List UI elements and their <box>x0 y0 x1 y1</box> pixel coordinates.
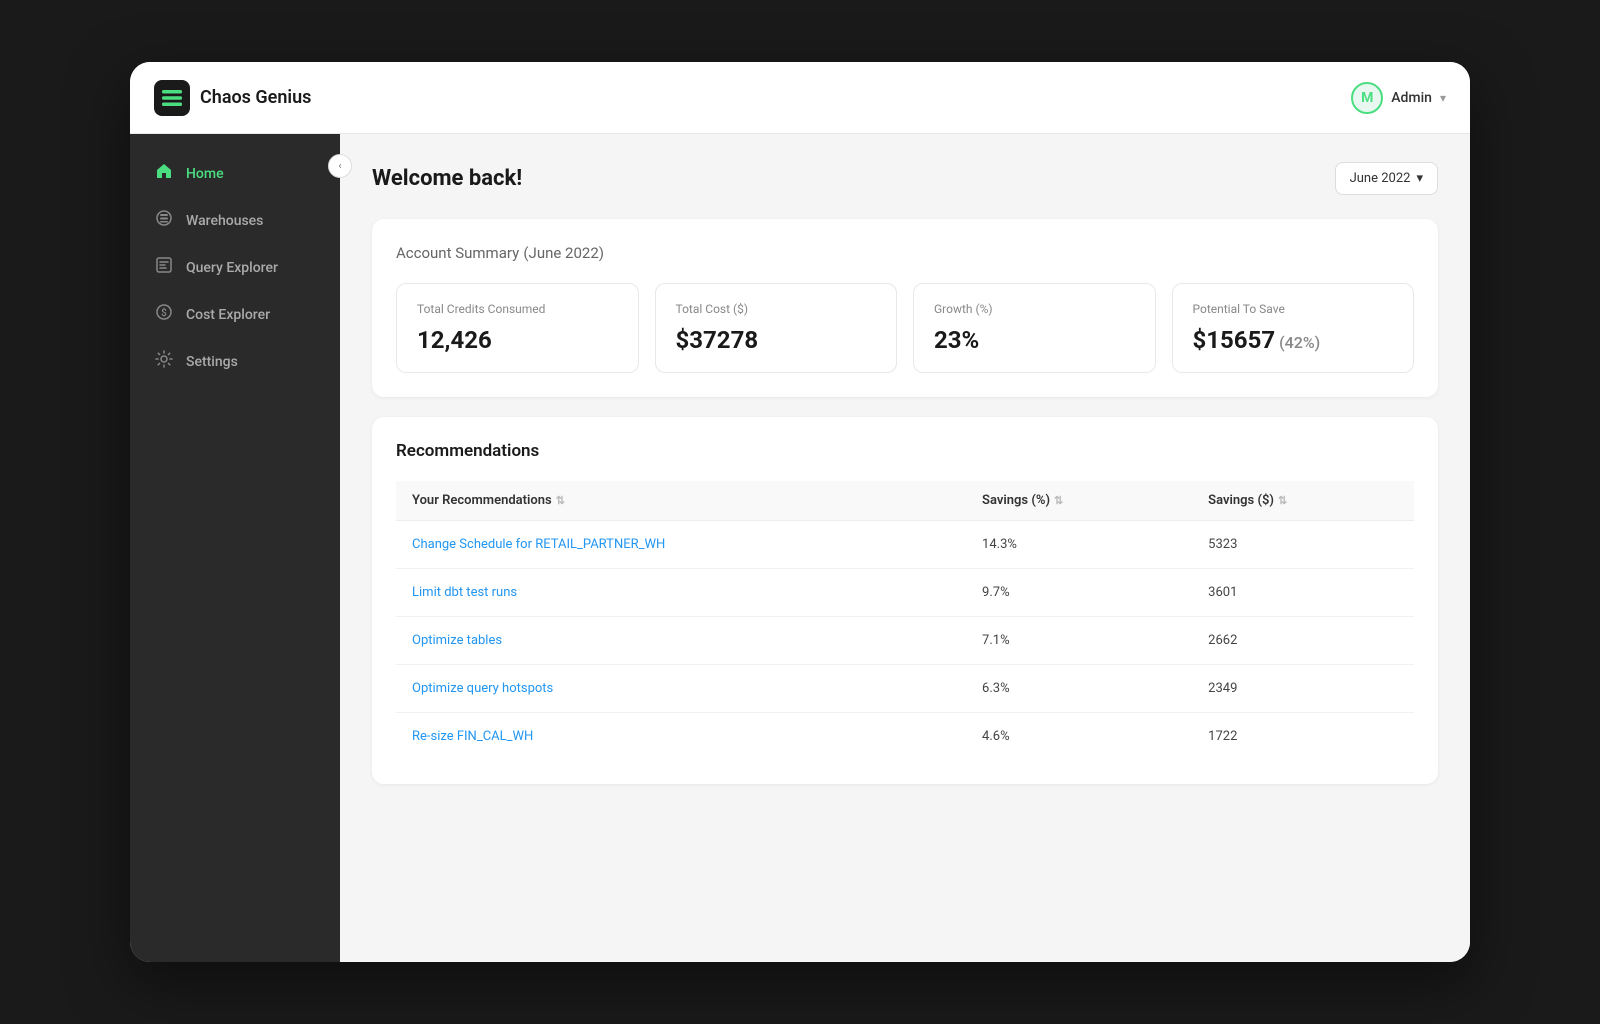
savings-pct-cell: 9.7% <box>966 569 1192 617</box>
metric-label: Potential To Save <box>1193 302 1394 316</box>
metric-value: 12,426 <box>417 326 618 354</box>
user-name: Admin <box>1391 90 1432 106</box>
content-area: Welcome back! June 2022 ▾ Account Summar… <box>340 134 1470 962</box>
recommendation-cell: Optimize query hotspots <box>396 665 966 713</box>
metric-value: $37278 <box>676 326 877 354</box>
savings-usd-cell: 2662 <box>1192 617 1414 665</box>
warehouses-icon <box>154 209 174 232</box>
metric-card: Growth (%) 23% <box>913 283 1156 373</box>
sidebar-label-cost-explorer: Cost Explorer <box>186 307 270 323</box>
recommendation-link[interactable]: Optimize query hotspots <box>412 681 553 696</box>
metric-label: Total Credits Consumed <box>417 302 618 316</box>
recommendation-link[interactable]: Optimize tables <box>412 633 502 648</box>
sidebar-label-settings: Settings <box>186 354 238 370</box>
svg-text:$: $ <box>161 306 167 319</box>
metric-value: $15657(42%) <box>1193 326 1394 354</box>
sort-icon: ⇅ <box>556 494 565 507</box>
metrics-grid: Total Credits Consumed 12,426 Total Cost… <box>396 283 1414 373</box>
table-row: Change Schedule for RETAIL_PARTNER_WH 14… <box>396 521 1414 569</box>
sidebar-item-warehouses[interactable]: Warehouses <box>130 197 340 244</box>
cost-explorer-icon: $ <box>154 303 174 326</box>
sidebar-item-home[interactable]: Home <box>130 150 340 197</box>
sidebar-item-cost-explorer[interactable]: $ Cost Explorer <box>130 291 340 338</box>
logo-icon <box>154 80 190 116</box>
sidebar-label-query-explorer: Query Explorer <box>186 260 278 276</box>
metric-label: Total Cost ($) <box>676 302 877 316</box>
welcome-header: Welcome back! June 2022 ▾ <box>372 162 1438 195</box>
recommendation-link[interactable]: Change Schedule for RETAIL_PARTNER_WH <box>412 537 665 552</box>
recommendation-cell: Optimize tables <box>396 617 966 665</box>
recommendation-cell: Change Schedule for RETAIL_PARTNER_WH <box>396 521 966 569</box>
recommendations-title: Recommendations <box>396 441 1414 461</box>
table-header[interactable]: Your Recommendations⇅ <box>396 481 966 521</box>
sidebar-item-query-explorer[interactable]: Query Explorer <box>130 244 340 291</box>
table-row: Limit dbt test runs 9.7% 3601 <box>396 569 1414 617</box>
main-layout: ‹ Home Warehouses Query Explorer $ Cost … <box>130 134 1470 962</box>
page-title: Welcome back! <box>372 166 522 191</box>
sidebar-label-warehouses: Warehouses <box>186 213 263 229</box>
recommendation-link[interactable]: Limit dbt test runs <box>412 585 517 600</box>
date-label: June 2022 <box>1350 171 1411 186</box>
user-menu[interactable]: M Admin ▾ <box>1351 82 1446 114</box>
metric-card: Total Cost ($) $37278 <box>655 283 898 373</box>
logo-area: Chaos Genius <box>154 80 311 116</box>
table-row: Optimize query hotspots 6.3% 2349 <box>396 665 1414 713</box>
home-icon <box>154 162 174 185</box>
chevron-down-icon: ▾ <box>1416 171 1423 186</box>
sidebar-label-home: Home <box>186 166 224 182</box>
table-header[interactable]: Savings ($)⇅ <box>1192 481 1414 521</box>
chevron-down-icon: ▾ <box>1440 91 1446 105</box>
metric-suffix: (42%) <box>1279 333 1320 352</box>
recommendations-table: Your Recommendations⇅Savings (%)⇅Savings… <box>396 481 1414 760</box>
savings-usd-cell: 5323 <box>1192 521 1414 569</box>
metric-card: Potential To Save $15657(42%) <box>1172 283 1415 373</box>
sort-icon: ⇅ <box>1054 494 1063 507</box>
table-row: Optimize tables 7.1% 2662 <box>396 617 1414 665</box>
metric-value: 23% <box>934 326 1135 354</box>
date-dropdown[interactable]: June 2022 ▾ <box>1335 162 1438 195</box>
sidebar-item-settings[interactable]: Settings <box>130 338 340 385</box>
savings-usd-cell: 1722 <box>1192 713 1414 761</box>
account-summary-card: Account Summary (June 2022) Total Credit… <box>372 219 1438 397</box>
sort-icon: ⇅ <box>1278 494 1287 507</box>
app-name: Chaos Genius <box>200 87 311 108</box>
metric-card: Total Credits Consumed 12,426 <box>396 283 639 373</box>
savings-pct-cell: 7.1% <box>966 617 1192 665</box>
recommendations-card: Recommendations Your Recommendations⇅Sav… <box>372 417 1438 784</box>
table-header[interactable]: Savings (%)⇅ <box>966 481 1192 521</box>
metric-label: Growth (%) <box>934 302 1135 316</box>
savings-pct-cell: 6.3% <box>966 665 1192 713</box>
account-summary-title: Account Summary (June 2022) <box>396 243 1414 263</box>
table-row: Re-size FIN_CAL_WH 4.6% 1722 <box>396 713 1414 761</box>
recommendation-cell: Re-size FIN_CAL_WH <box>396 713 966 761</box>
top-bar: Chaos Genius M Admin ▾ <box>130 62 1470 134</box>
recommendation-link[interactable]: Re-size FIN_CAL_WH <box>412 729 533 744</box>
collapse-button[interactable]: ‹ <box>328 154 352 178</box>
avatar: M <box>1351 82 1383 114</box>
settings-icon <box>154 350 174 373</box>
sidebar: ‹ Home Warehouses Query Explorer $ Cost … <box>130 134 340 962</box>
savings-usd-cell: 3601 <box>1192 569 1414 617</box>
recommendation-cell: Limit dbt test runs <box>396 569 966 617</box>
query-explorer-icon <box>154 256 174 279</box>
savings-usd-cell: 2349 <box>1192 665 1414 713</box>
savings-pct-cell: 4.6% <box>966 713 1192 761</box>
savings-pct-cell: 14.3% <box>966 521 1192 569</box>
